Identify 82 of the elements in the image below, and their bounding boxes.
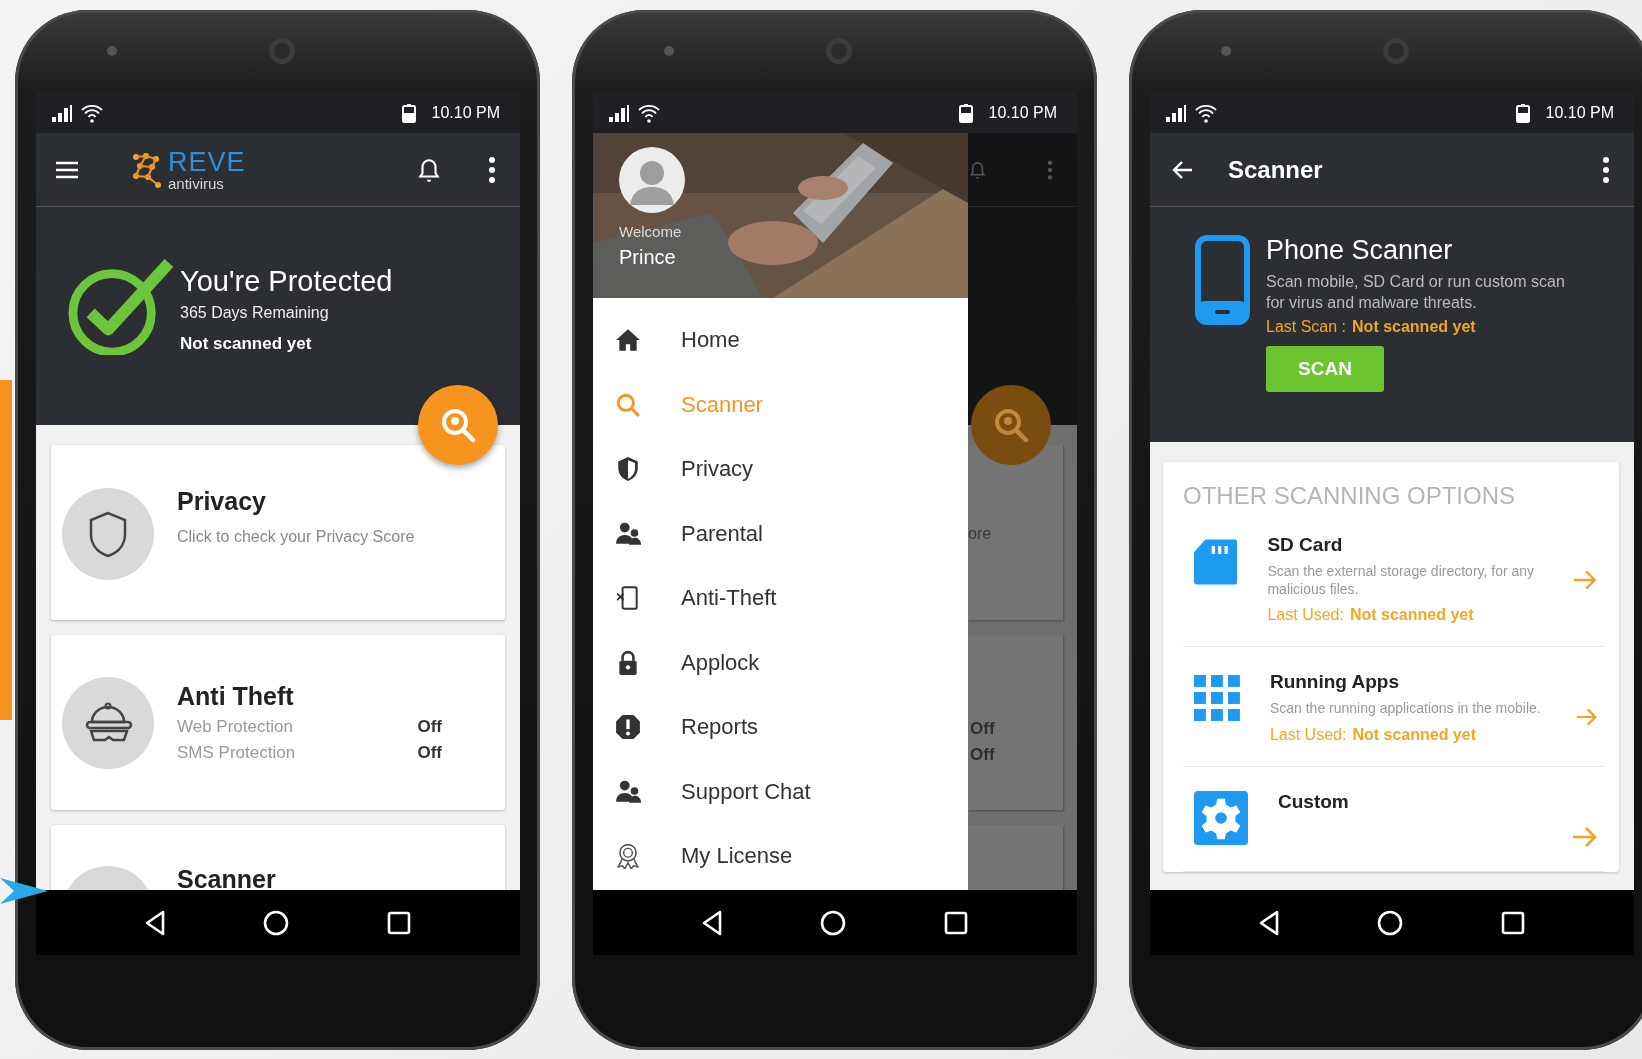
more-icon[interactable] [488,155,496,184]
menu-item[interactable]: My License [593,824,968,889]
card-title: Anti Theft [177,682,295,711]
option-title: Running Apps [1269,671,1400,694]
card-subtitle: Click to check your Privacy Score [177,528,415,546]
card-subtitle: ore [968,525,992,543]
menu-item[interactable]: Anti-Theft [593,566,968,631]
battery-icon [1515,101,1530,124]
option-title: SD Card [1267,534,1344,556]
welcome-label: Welcome [619,223,683,240]
search-icon [992,406,1030,444]
sensor-dot [663,45,675,57]
sensor-dot [1220,45,1232,57]
screen-title: Scanner [1228,155,1323,184]
clock-time: 10.10 PM [988,103,1057,122]
setting-value: Off [417,743,442,763]
sensor-dot [106,45,118,57]
menu-item[interactable]: Support Chat [593,759,968,824]
scanner-description: Scan mobile, SD Card or run custom scan for virus and malware threats. [1266,272,1566,313]
last-used-value: Not scanned yet [1349,606,1474,624]
phone-cross-icon [615,585,641,612]
clock-time: 10.10 PM [1545,103,1614,122]
scan-option[interactable]: Custom [1183,766,1603,872]
people-icon [615,520,641,547]
option-description: Scan the external storage directory, for any malicious files. [1267,562,1536,599]
menu-item[interactable]: Parental [593,501,968,566]
menu-item[interactable]: Reports [593,695,968,760]
spy-hat-icon [61,675,155,770]
option-description: Scan the running applications in the mobile. [1269,699,1542,718]
home-circle-icon[interactable] [819,908,847,937]
days-remaining: 365 Days Remaining [180,304,330,322]
menu-item[interactable]: Home [593,308,968,373]
alert-icon [615,714,641,741]
signal-icon [607,103,629,122]
phone-icon [1195,235,1250,325]
shield-icon [615,456,641,483]
award-icon [615,843,641,870]
shield-icon [61,487,155,581]
scan-option[interactable]: SD Card Scan the external storage directory, for any malicious files. Last Used: Not scanned yet [1183,510,1603,648]
signal-icon [1164,103,1186,122]
home-circle-icon[interactable] [262,908,290,937]
user-name: Prince [619,246,677,269]
menu-item[interactable]: Applock [593,630,968,695]
feature-card[interactable]: Privacy Click to check your Privacy Score [51,445,505,620]
gear-icon [1194,790,1248,845]
arrow-right-icon [1571,824,1597,849]
people-icon [615,778,641,805]
option-title: Custom [1278,790,1350,813]
last-scan-label: Last Scan : [1266,317,1347,335]
home-icon [615,327,641,354]
scanner-title: Phone Scanner [1266,235,1454,266]
arrow-right-icon [1572,568,1597,592]
logo-icon [130,150,162,189]
feature-card[interactable]: Anti Theft Web Protection Off SMS Protection Off [51,635,505,810]
card-title: Scanner [177,865,276,890]
battery-icon [958,101,973,124]
last-used-label: Last Used: [1269,725,1347,743]
scan-button[interactable] [418,385,498,465]
scan-option[interactable]: Running Apps Scan the running applications in the mobile. Last Used: Not scanned yet [1183,647,1603,767]
signal-icon [50,103,72,122]
setting-label: Web Protection [177,717,293,737]
setting-value: Off [417,717,442,737]
last-scan-value: Not scanned yet [1352,317,1476,335]
section-heading: OTHER SCANNING OPTIONS [1183,482,1517,510]
feature-card[interactable]: Scanner [51,825,505,890]
setting-value: Off [970,719,995,739]
card-title: Privacy [177,487,267,516]
setting-value: Off [970,745,995,765]
last-used-label: Last Used: [1267,606,1344,624]
logo-tagline: antivirus [168,175,225,191]
scan-status: Not scanned yet [180,334,313,354]
search-icon [439,406,477,444]
clock-time: 10.10 PM [431,103,500,122]
battery-icon [401,101,416,124]
last-used-value: Not scanned yet [1352,725,1476,743]
search-icon [615,391,641,418]
more-icon[interactable] [1602,155,1610,184]
setting-label: SMS Protection [177,743,296,763]
logo-name: REVE [168,148,246,176]
menu-item[interactable]: Privacy [593,437,968,502]
status-title: You're Protected [180,265,393,298]
home-circle-icon[interactable] [1376,908,1404,937]
